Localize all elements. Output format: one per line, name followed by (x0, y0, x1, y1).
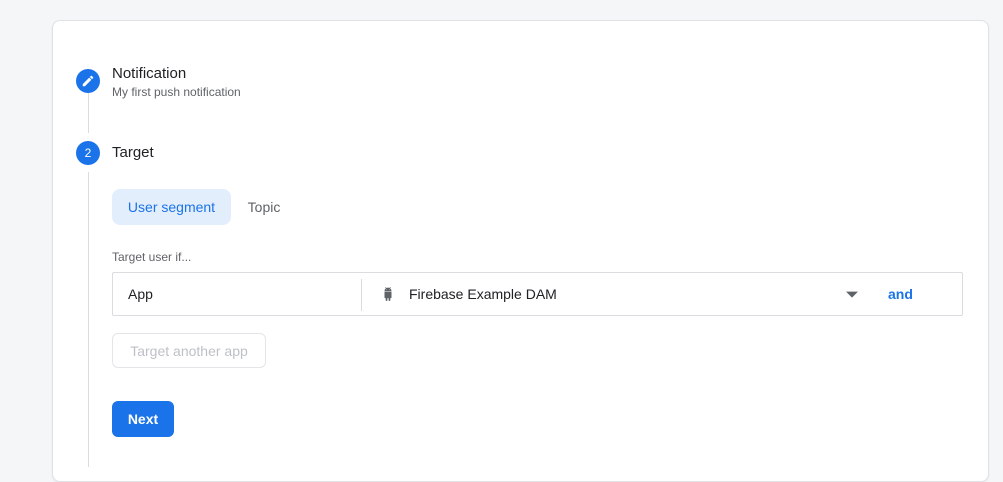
stepper-line-2 (88, 172, 89, 467)
step-1-edit-icon[interactable] (76, 69, 100, 93)
step-2-number: 2 (76, 141, 100, 165)
target-condition-row: App Firebase Example DAM and (112, 272, 963, 316)
row-divider (361, 279, 362, 311)
tab-user-segment[interactable]: User segment (112, 189, 231, 225)
pencil-icon (82, 75, 94, 87)
app-selector[interactable]: Firebase Example DAM (381, 273, 861, 315)
condition-field[interactable]: App (128, 273, 153, 315)
and-condition-link[interactable]: and (888, 273, 913, 315)
target-another-app-button: Target another app (112, 333, 266, 368)
step-1-title[interactable]: Notification (112, 65, 186, 82)
step-2-title: Target (112, 144, 154, 161)
android-icon (381, 287, 395, 301)
stepper-line-1 (88, 93, 89, 133)
next-button[interactable]: Next (112, 401, 174, 437)
tab-topic[interactable]: Topic (236, 189, 292, 225)
selected-app-name: Firebase Example DAM (409, 286, 557, 302)
step-1-subtitle: My first push notification (112, 85, 241, 99)
target-user-label: Target user if... (112, 250, 192, 264)
caret-down-icon[interactable] (846, 273, 858, 315)
